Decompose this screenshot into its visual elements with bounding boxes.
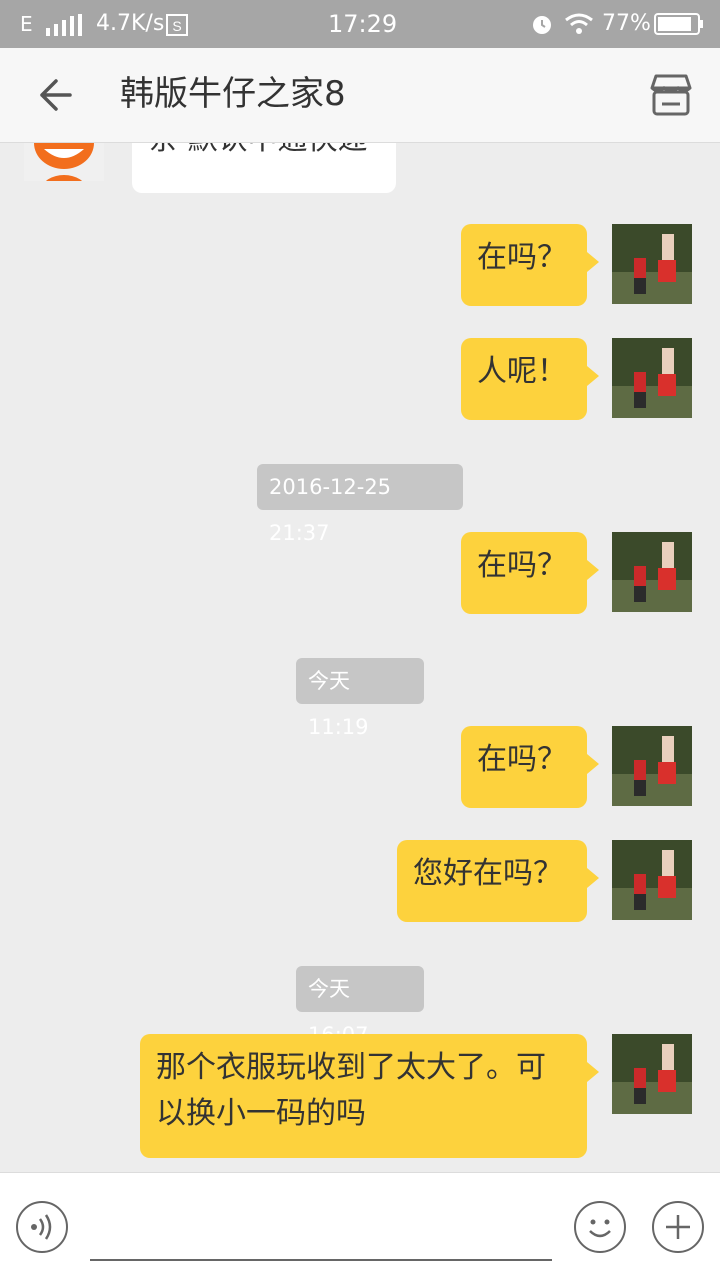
mascot-icon (34, 143, 94, 181)
message-text: 人呢！ (477, 354, 567, 389)
timestamp: 今天 16:07 (296, 966, 424, 1047)
battery-percent: 77% (602, 11, 651, 36)
user-photo (612, 338, 692, 418)
message-text: 那个衣服玩收到了太大了。可以换小一码的吗 (156, 1050, 546, 1131)
message-text: 亲 默认中通快递 (148, 143, 368, 163)
message-bubble-right[interactable]: 人呢！ (461, 338, 599, 420)
user-avatar[interactable] (612, 726, 692, 806)
user-photo (612, 224, 692, 304)
seller-avatar[interactable] (24, 143, 104, 181)
message-text: 您好在吗？ (413, 856, 563, 891)
timestamp: 今天 11:19 (296, 658, 424, 739)
net-speed: 4.7K/s (96, 11, 165, 36)
user-photo (612, 1034, 692, 1114)
input-bar (0, 1172, 720, 1281)
user-avatar[interactable] (612, 1034, 692, 1114)
user-avatar[interactable] (612, 532, 692, 612)
wifi-icon (565, 13, 593, 34)
message-bubble-right[interactable]: 在吗？ (461, 726, 599, 808)
status-bar: E 4.7K/s S 17:29 77% (0, 0, 720, 48)
user-avatar[interactable] (612, 338, 692, 418)
chat-title: 韩版牛仔之家8 (120, 74, 346, 114)
battery-icon (654, 13, 703, 35)
user-photo (612, 840, 692, 920)
clock: 17:29 (328, 10, 398, 38)
message-bubble-right[interactable]: 那个衣服玩收到了太大了。可以换小一码的吗 (140, 1034, 599, 1158)
store-button[interactable] (646, 72, 696, 118)
back-button[interactable] (30, 72, 80, 118)
chat-message-list[interactable]: 亲 默认中通快递 在吗？ 人呢！ 2016-12-25 21:37 在吗？ (0, 143, 720, 1172)
store-icon (650, 74, 692, 116)
message-text: 在吗？ (477, 240, 567, 275)
message-input[interactable] (90, 1259, 552, 1261)
screenshot-icon: S (166, 14, 188, 36)
message-bubble-left[interactable]: 亲 默认中通快递 (132, 143, 396, 193)
back-arrow-icon (40, 79, 72, 111)
voice-icon (31, 1214, 52, 1240)
voice-button[interactable] (16, 1201, 68, 1253)
timestamp: 2016-12-25 21:37 (257, 464, 463, 545)
message-text: 在吗？ (477, 548, 567, 583)
chat-header: 韩版牛仔之家8 (0, 48, 720, 143)
network-type: E (20, 12, 33, 36)
message-bubble-right[interactable]: 在吗？ (461, 224, 599, 306)
signal-icon (46, 14, 82, 36)
message-bubble-right[interactable]: 在吗？ (461, 532, 599, 614)
user-avatar[interactable] (612, 840, 692, 920)
user-avatar[interactable] (612, 224, 692, 304)
more-button[interactable] (652, 1201, 704, 1253)
emoji-icon (589, 1219, 611, 1238)
user-photo (612, 726, 692, 806)
user-photo (612, 532, 692, 612)
plus-icon (666, 1215, 690, 1239)
alarm-icon (533, 16, 551, 34)
message-bubble-right[interactable]: 您好在吗？ (397, 840, 599, 922)
emoji-button[interactable] (574, 1201, 626, 1253)
svg-text:S: S (172, 18, 181, 34)
message-text: 在吗？ (477, 742, 567, 777)
